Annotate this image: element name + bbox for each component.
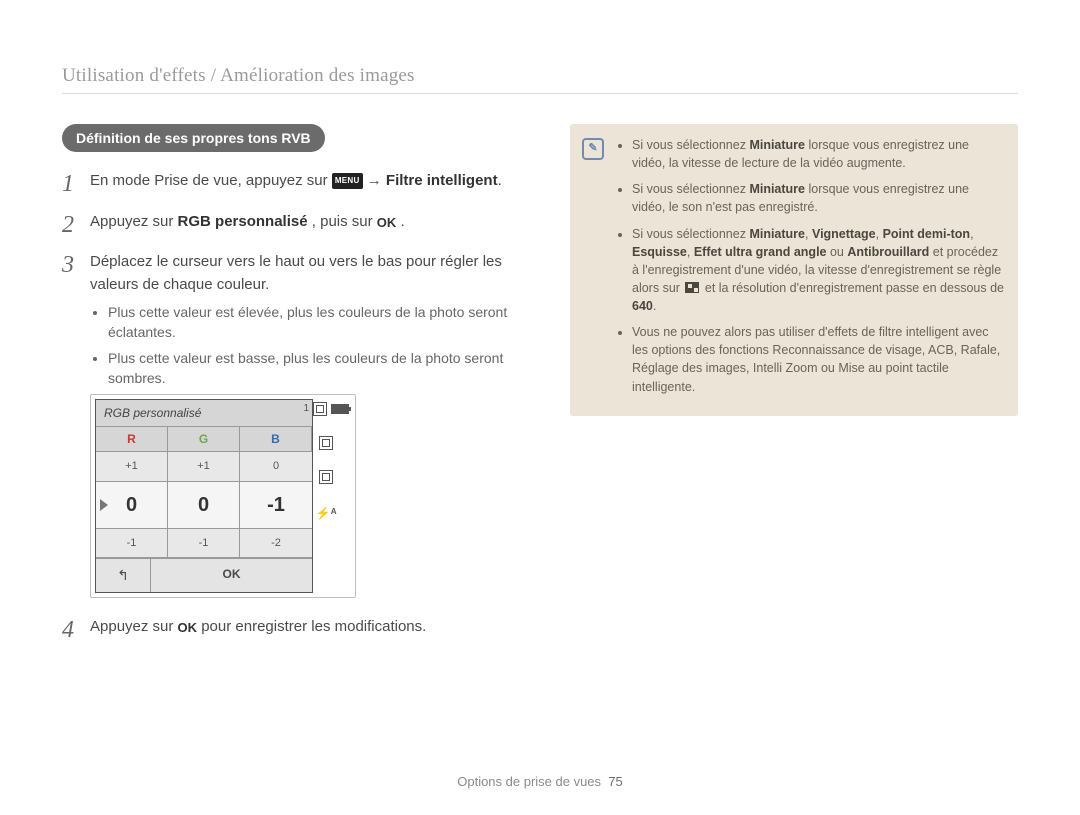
- step-3: Déplacez le curseur vers le haut ou vers…: [62, 251, 542, 598]
- section-title-pill: Définition de ses propres tons RVB: [62, 124, 325, 152]
- note-3: Si vous sélectionnez Miniature, Vignetta…: [632, 225, 1004, 316]
- note-2: Si vous sélectionnez Miniature lorsque v…: [632, 180, 1004, 216]
- rgb-above-g: +1: [168, 452, 240, 482]
- note3-pre: Si vous sélectionnez: [632, 227, 749, 241]
- mode-icon-2: [319, 470, 333, 484]
- note2-pre: Si vous sélectionnez: [632, 182, 749, 196]
- rgb-sel-g: 0: [168, 482, 240, 528]
- step1-bold: Filtre intelligent: [386, 172, 498, 189]
- note3-tail: .: [653, 299, 656, 313]
- card-icon: [313, 402, 327, 416]
- step-4: Appuyez sur OK pour enregistrer les modi…: [62, 616, 542, 639]
- ok-icon: OK: [377, 213, 397, 233]
- speed-icon: [685, 282, 699, 293]
- note3-b2: Vignettage: [812, 227, 876, 241]
- note3-b5: Effet ultra grand angle: [694, 245, 827, 259]
- breadcrumb: Utilisation d'effets / Amélioration des …: [62, 65, 1018, 93]
- note3-b4: Esquisse: [632, 245, 687, 259]
- note3-b3: Point demi-ton: [883, 227, 971, 241]
- note3-b6: Antibrouillard: [847, 245, 929, 259]
- step2-pre: Appuyez sur: [90, 213, 178, 230]
- note3-c1: ,: [805, 227, 812, 241]
- step-1: En mode Prise de vue, appuyez sur MENU →…: [62, 170, 542, 193]
- info-icon: ✎: [582, 138, 604, 160]
- note3-c5: ou: [827, 245, 848, 259]
- rgb-sel-r: 0: [96, 482, 168, 528]
- step3-sub-2: Plus cette valeur est basse, plus les co…: [108, 348, 542, 389]
- note3-b1: Miniature: [749, 227, 805, 241]
- rgb-above-b: 0: [240, 452, 312, 482]
- footer-label: Options de prise de vues: [457, 774, 601, 789]
- menu-icon: MENU: [332, 173, 363, 189]
- step4-tail: pour enregistrer les modifications.: [201, 618, 426, 635]
- rgb-ok-button: OK: [151, 559, 312, 592]
- battery-icon: [331, 404, 349, 414]
- rgb-below-b: -2: [240, 529, 312, 559]
- note-1: Si vous sélectionnez Miniature lorsque v…: [632, 136, 1004, 172]
- step2-tail: .: [400, 213, 404, 230]
- note2-b1: Miniature: [749, 182, 805, 196]
- rgb-title: RGB personnalisé: [96, 400, 312, 427]
- rgb-above-r: +1: [96, 452, 168, 482]
- step3-main: Déplacez le curseur vers le haut ou vers…: [90, 253, 502, 293]
- step2-bold: RGB personnalisé: [178, 213, 308, 230]
- side-one: 1: [303, 401, 309, 416]
- note3-b7: 640: [632, 299, 653, 313]
- step1-arrow: →: [367, 172, 386, 189]
- rgb-sel-r-val: 0: [126, 494, 137, 516]
- step4-pre: Appuyez sur: [90, 618, 178, 635]
- rgb-below-r: -1: [96, 529, 168, 559]
- footer: Options de prise de vues 75: [0, 774, 1080, 789]
- rgb-back-button: ↰: [96, 559, 151, 592]
- step3-sub-1: Plus cette valeur est élevée, plus les c…: [108, 302, 542, 343]
- rgb-col-g: G: [168, 427, 240, 452]
- info-note: ✎ Si vous sélectionnez Miniature lorsque…: [570, 124, 1018, 416]
- step1-pre: En mode Prise de vue, appuyez sur: [90, 172, 332, 189]
- rgb-side-icons: 1 ⚡ᴬ: [303, 401, 349, 522]
- rgb-widget: RGB personnalisé R G B +1 +1 0: [90, 394, 356, 598]
- note3-c3: ,: [970, 227, 973, 241]
- rgb-col-b: B: [240, 427, 312, 452]
- header-rule: [62, 93, 1018, 94]
- note-4: Vous ne pouvez alors pas utiliser d'effe…: [632, 323, 1004, 396]
- step2-mid: , puis sur: [312, 213, 377, 230]
- rgb-col-r: R: [96, 427, 168, 452]
- page-number: 75: [608, 774, 622, 789]
- rgb-sel-b: -1: [240, 482, 312, 528]
- step-2: Appuyez sur RGB personnalisé , puis sur …: [62, 211, 542, 234]
- note1-pre: Si vous sélectionnez: [632, 138, 749, 152]
- step1-tail: .: [498, 172, 502, 189]
- mode-icon-1: [319, 436, 333, 450]
- rgb-below-g: -1: [168, 529, 240, 559]
- note3-c2: ,: [876, 227, 883, 241]
- ok-icon-2: OK: [178, 618, 198, 638]
- note3-c4: ,: [687, 245, 694, 259]
- selector-triangle-icon: [100, 499, 108, 511]
- note1-b1: Miniature: [749, 138, 805, 152]
- note3-mid2: et la résolution d'enregistrement passe …: [701, 281, 1004, 295]
- flash-icon: ⚡ᴬ: [316, 504, 337, 522]
